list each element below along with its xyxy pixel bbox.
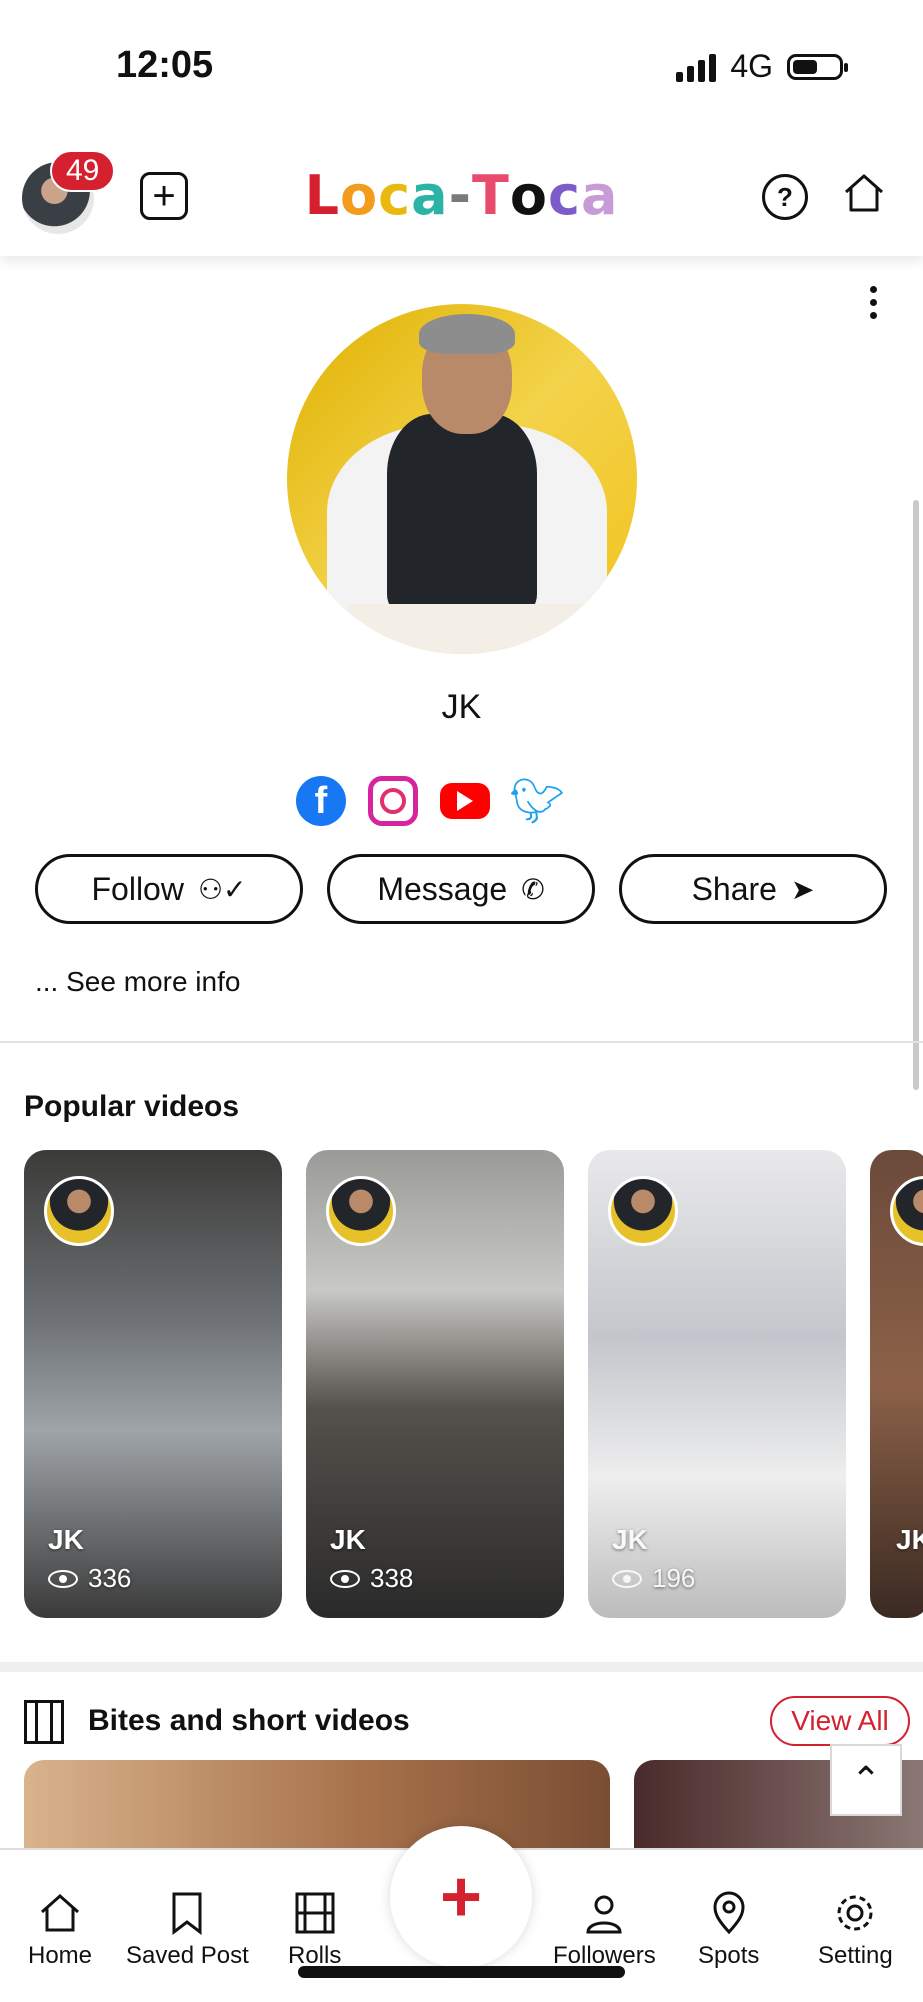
video-views: 338 (330, 1563, 413, 1594)
tab-spots[interactable]: Spots (698, 1890, 759, 1970)
see-more-info-link[interactable]: ... See more info (35, 966, 240, 998)
location-pin-icon (713, 1891, 745, 1935)
eye-icon (612, 1569, 642, 1588)
follow-button[interactable]: Follow ⚇✓ (35, 854, 303, 924)
video-author: JK (48, 1524, 84, 1555)
signal-icon (676, 52, 717, 82)
gear-icon (837, 1895, 873, 1931)
video-card[interactable]: JK (870, 1150, 923, 1618)
tab-home[interactable]: Home (28, 1890, 92, 1970)
video-card[interactable]: JK 196 (588, 1150, 846, 1618)
video-views: 196 (612, 1563, 695, 1594)
logo-letter: o (509, 164, 548, 227)
status-bar: 12:05 4G (0, 0, 923, 130)
share-button[interactable]: Share ➤ (619, 854, 887, 924)
top-app-bar: 49 + Loca-Toca ? (0, 130, 923, 256)
scrollbar[interactable] (913, 500, 919, 1090)
eye-icon (48, 1569, 78, 1588)
home-icon (41, 1893, 80, 1932)
bites-section-header: Bites and short videos View All (0, 1662, 923, 1772)
create-post-fab[interactable]: + (390, 1826, 532, 1968)
profile-actions: Follow ⚇✓ Message ✆ Share ➤ (35, 854, 887, 924)
logo-letter: T (472, 164, 510, 227)
tab-followers[interactable]: Followers (553, 1890, 656, 1970)
chat-icon: ✆ (521, 873, 545, 905)
chevron-up-icon: ⌃ (850, 1759, 882, 1800)
message-button[interactable]: Message ✆ (327, 854, 595, 924)
logo-letter: L (304, 164, 340, 227)
instagram-icon[interactable] (368, 776, 418, 826)
message-label: Message (377, 870, 508, 907)
battery-icon (787, 53, 848, 80)
video-author: JK (612, 1524, 648, 1555)
video-avatar (326, 1176, 396, 1246)
more-options-icon[interactable] (870, 286, 877, 319)
tab-setting[interactable]: Setting (818, 1890, 893, 1970)
logo-letter: o (340, 164, 379, 227)
logo-letter: - (448, 164, 472, 227)
video-views: 336 (48, 1563, 131, 1594)
social-links: f 🐦︎ (296, 776, 565, 826)
view-all-button[interactable]: View All (770, 1696, 910, 1746)
follow-label: Follow (91, 870, 184, 907)
send-icon: ➤ (790, 873, 815, 905)
share-label: Share (691, 870, 777, 907)
film-icon (24, 1700, 64, 1744)
video-card[interactable]: JK 338 (306, 1150, 564, 1618)
section-divider (0, 1041, 923, 1043)
profile-name: JK (441, 688, 482, 726)
bites-title: Bites and short videos (88, 1704, 410, 1737)
user-check-icon: ⚇✓ (197, 873, 247, 905)
video-avatar (890, 1176, 923, 1246)
status-time: 12:05 (116, 44, 214, 86)
scroll-to-top-button[interactable]: ⌃ (830, 1744, 902, 1816)
youtube-icon[interactable] (440, 783, 490, 819)
popular-videos-carousel[interactable]: JK 336 JK 338 JK 196 JK (24, 1150, 923, 1618)
bookmark-icon (172, 1892, 202, 1936)
plus-icon: + (439, 1857, 483, 1937)
tab-rolls[interactable]: Rolls (288, 1890, 341, 1970)
home-indicator (298, 1966, 625, 1978)
popular-videos-title: Popular videos (24, 1090, 240, 1123)
video-author: JK (896, 1524, 923, 1555)
video-card[interactable]: JK 336 (24, 1150, 282, 1618)
profile-photo[interactable] (287, 304, 637, 654)
film-icon (295, 1892, 335, 1934)
help-button[interactable]: ? (762, 174, 808, 220)
status-network: 4G (676, 48, 848, 85)
video-avatar (608, 1176, 678, 1246)
video-avatar (44, 1176, 114, 1246)
logo-letter: c (378, 164, 412, 227)
logo-letter: c (547, 164, 581, 227)
logo-letter: a (580, 164, 619, 227)
home-icon[interactable] (842, 170, 886, 214)
person-icon (586, 1895, 622, 1934)
logo-letter: a (411, 164, 449, 227)
question-icon: ? (777, 181, 793, 212)
twitter-icon[interactable]: 🐦︎ (509, 776, 565, 826)
eye-icon (330, 1569, 360, 1588)
facebook-icon[interactable]: f (296, 776, 346, 826)
network-label: 4G (730, 48, 773, 84)
video-author: JK (330, 1524, 366, 1555)
tab-saved-post[interactable]: Saved Post (126, 1890, 249, 1970)
